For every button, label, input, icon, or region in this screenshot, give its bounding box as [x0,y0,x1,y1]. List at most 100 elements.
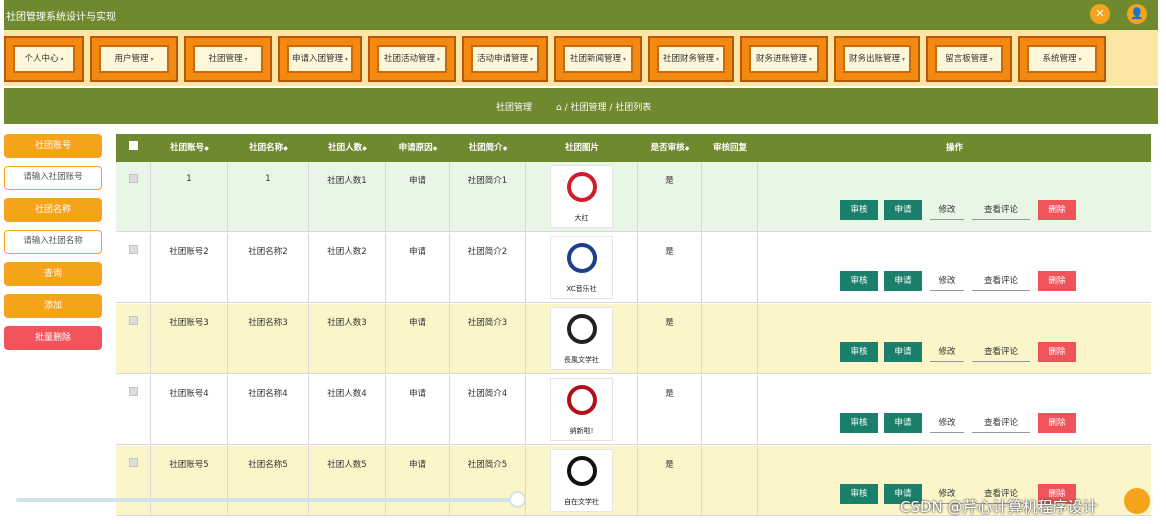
cell-image: 自在文学社 [526,446,638,516]
nav-item[interactable]: 社团财务管理 ▾ [648,36,734,82]
cell-image: 大红 [526,162,638,232]
logo-text: XC音乐社 [566,285,597,293]
club-logo-image[interactable]: 長風文学社 [550,307,613,370]
column-header-label: 操作 [945,143,963,153]
cell-reply [702,233,758,303]
cell-approved: 是 [638,304,702,374]
column-header[interactable]: 是否审核◆ [638,134,702,162]
delete-button[interactable]: 删除 [1038,413,1076,433]
edit-button[interactable]: 修改 [930,413,964,433]
review-button[interactable]: 审核 [840,271,878,291]
back-to-top-button[interactable] [1124,488,1150,514]
row-checkbox[interactable] [128,458,138,467]
delete-button[interactable]: 删除 [1038,200,1076,220]
club-id-input[interactable]: 请输入社团账号 [4,166,102,190]
fullscreen-icon[interactable]: ✕ [1090,4,1110,24]
label-club-name: 社团名称 [4,198,102,222]
apply-button[interactable]: 申请 [884,200,922,220]
edit-button[interactable]: 修改 [930,200,964,220]
view-comments-button[interactable]: 查看评论 [972,271,1030,291]
cell-actions: 审核 申请 修改 查看评论 删除 [758,233,1151,303]
view-comments-button[interactable]: 查看评论 [972,413,1030,433]
column-header: 审核回复 [702,134,758,162]
cell-image: 長風文学社 [526,304,638,374]
review-button[interactable]: 审核 [840,484,878,504]
cell-actions: 审核 申请 修改 查看评论 删除 [758,375,1151,445]
column-header[interactable]: 社团简介◆ [450,134,526,162]
review-button[interactable]: 审核 [840,342,878,362]
cell-name: 社团名称4 [228,375,309,445]
cell-reply [702,375,758,445]
column-header[interactable]: 社团人数◆ [309,134,386,162]
apply-button[interactable]: 申请 [884,271,922,291]
nav-item[interactable]: 申请入团管理 ▾ [278,36,362,82]
row-checkbox[interactable] [128,245,138,254]
chevron-down-icon: ▾ [150,56,154,63]
cell-reason: 申请 [386,162,450,232]
search-button[interactable]: 查询 [4,262,102,286]
label-club-id: 社团账号 [4,134,102,158]
column-header[interactable]: 社团账号◆ [151,134,228,162]
sort-icon[interactable]: ◆ [283,145,288,152]
breadcrumb-path[interactable]: / 社团管理 / 社团列表 [565,103,652,113]
cell-name: 社团名称5 [228,446,309,516]
cell-reason: 申请 [386,304,450,374]
cell-name: 社团名称3 [228,304,309,374]
apply-button[interactable]: 申请 [884,413,922,433]
nav-item[interactable]: 活动申请管理 ▾ [462,36,548,82]
club-logo-image[interactable]: XC音乐社 [550,236,613,299]
column-header-label: 社团账号 [170,143,205,153]
view-comments-button[interactable]: 查看评论 [972,342,1030,362]
scrollbar-handle[interactable] [509,491,526,508]
nav-item-label: 财务进账管理 [755,54,807,64]
nav-item[interactable]: 社团新闻管理 ▾ [554,36,642,82]
row-checkbox-cell [116,233,151,303]
column-header[interactable]: 社团名称◆ [228,134,309,162]
column-header-label: 申请原因 [398,143,433,153]
cell-intro: 社团简介2 [450,233,526,303]
cell-intro: 社团简介1 [450,162,526,232]
view-comments-button[interactable]: 查看评论 [972,200,1030,220]
sort-icon[interactable]: ◆ [503,145,508,152]
sort-icon[interactable]: ◆ [204,145,209,152]
select-all-checkbox[interactable] [129,141,138,150]
row-checkbox[interactable] [128,174,138,183]
cell-approved: 是 [638,446,702,516]
nav-item[interactable]: 财务进账管理 ▾ [740,36,828,82]
nav-item[interactable]: 社团管理 ▾ [184,36,272,82]
nav-item[interactable]: 社团活动管理 ▾ [368,36,456,82]
column-header[interactable]: 申请原因◆ [386,134,450,162]
nav-item-label: 社团财务管理 [662,54,714,64]
row-checkbox[interactable] [128,316,138,325]
cell-reply [702,304,758,374]
nav-item[interactable]: 留言板管理 ▾ [926,36,1012,82]
review-button[interactable]: 审核 [840,200,878,220]
nav-item[interactable]: 财务出账管理 ▾ [834,36,920,82]
batch-delete-button[interactable]: 批量删除 [4,326,102,350]
edit-button[interactable]: 修改 [930,271,964,291]
home-icon[interactable]: ⌂ [556,103,562,113]
apply-button[interactable]: 申请 [884,342,922,362]
delete-button[interactable]: 删除 [1038,271,1076,291]
delete-button[interactable]: 删除 [1038,342,1076,362]
nav-item[interactable]: 用户管理 ▾ [90,36,178,82]
add-button[interactable]: 添加 [4,294,102,318]
sort-icon[interactable]: ◆ [685,145,690,152]
club-logo-image[interactable]: 大红 [550,165,613,228]
club-logo-image[interactable]: 自在文学社 [550,449,613,512]
edit-button[interactable]: 修改 [930,342,964,362]
sort-icon[interactable]: ◆ [362,145,367,152]
nav-item-inner: 财务进账管理 ▾ [749,45,819,73]
horizontal-scrollbar[interactable] [16,498,516,502]
club-logo-image[interactable]: 纳新啦! [550,378,613,441]
table-row: 社团账号2 社团名称2 社团人数2 申请 社团简介2 XC音乐社是审核 申请 修改 查看评论 删除 [116,233,1151,303]
breadcrumb-bar: 社团管理 ⌂ / 社团管理 / 社团列表 [4,88,1158,124]
user-icon[interactable]: 👤 [1127,4,1147,24]
row-checkbox[interactable] [128,387,138,396]
club-name-input[interactable]: 请输入社团名称 [4,230,102,254]
nav-item[interactable]: 系统管理 ▾ [1018,36,1106,82]
review-button[interactable]: 审核 [840,413,878,433]
nav-item[interactable]: 个人中心 ▾ [4,36,84,82]
sort-icon[interactable]: ◆ [433,145,438,152]
nav-item-inner: 社团活动管理 ▾ [377,45,447,73]
